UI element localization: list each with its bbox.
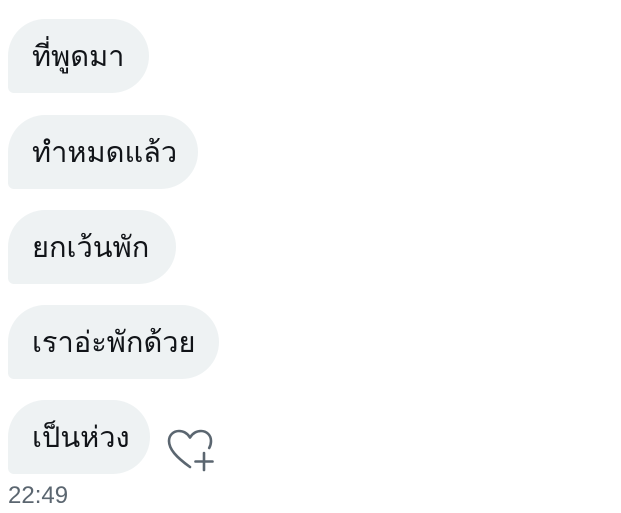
message-text: ที่พูดมา [32, 38, 125, 73]
message-bubble[interactable]: ยกเว้นพัก [8, 210, 176, 284]
message-bubble[interactable]: เป็นห่วง [8, 400, 150, 474]
message-text: เราอ่ะพักด้วย [32, 324, 196, 359]
message-bubble[interactable]: ทำหมดแล้ว [8, 115, 198, 189]
message-text: ทำหมดแล้ว [32, 134, 178, 169]
message-timestamp: 22:49 [8, 482, 69, 509]
message-bubble[interactable]: เราอ่ะพักด้วย [8, 305, 219, 379]
message-bubble[interactable]: ที่พูดมา [8, 19, 149, 93]
message-text: ยกเว้นพัก [32, 229, 150, 264]
message-text: เป็นห่วง [32, 419, 130, 454]
heart-plus-icon [167, 429, 214, 472]
add-reaction-button[interactable] [166, 428, 216, 474]
